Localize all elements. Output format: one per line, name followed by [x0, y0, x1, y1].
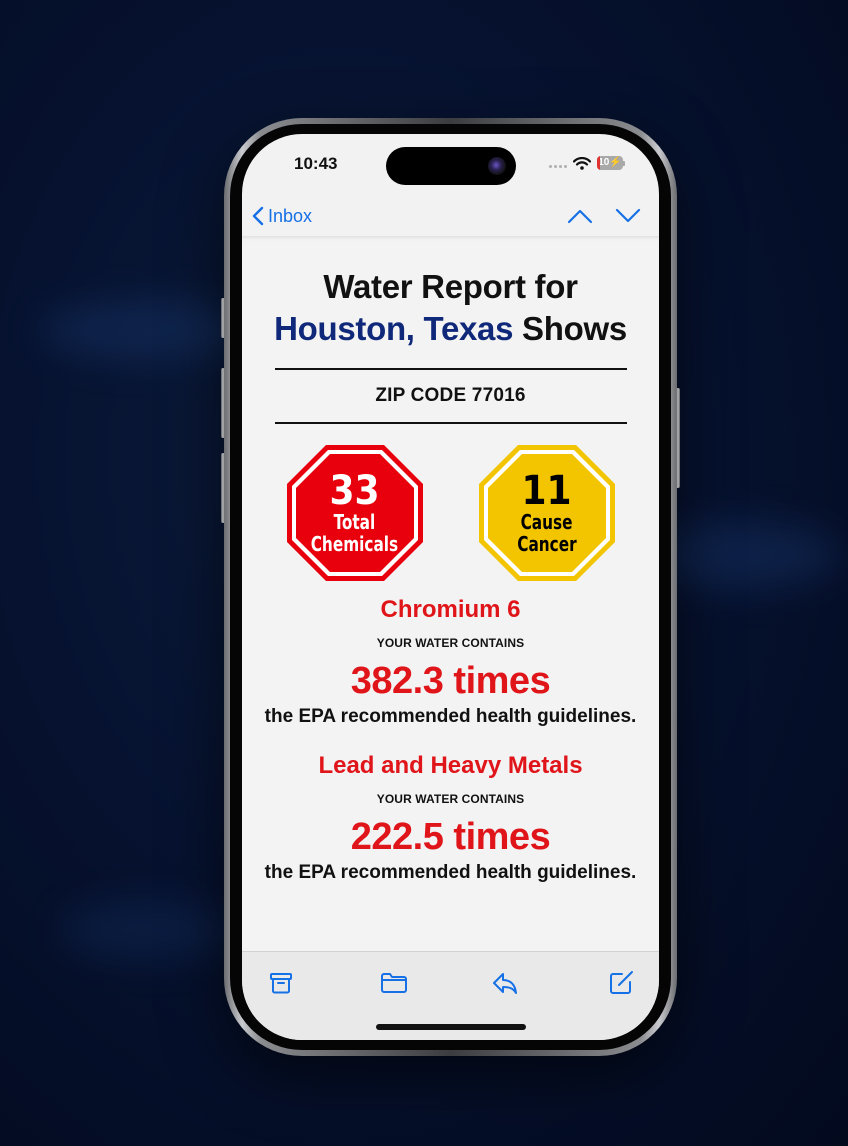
camera-icon [488, 157, 506, 175]
sign-label-1: Total [333, 510, 376, 534]
sign-label-2: Chemicals [310, 532, 399, 556]
compose-icon[interactable] [608, 970, 634, 996]
contaminant-name: Lead and Heavy Metals [318, 752, 583, 779]
status-time: 10:43 [294, 154, 338, 173]
stop-signs: 33 Total Chemicals 11 Cause Cancer [286, 444, 616, 582]
sign-label-2: Cancer [516, 532, 577, 556]
reply-icon[interactable] [492, 970, 518, 996]
title-line-2: Houston, Texas Shows [242, 308, 659, 350]
chevron-down-icon[interactable] [615, 208, 641, 224]
divider [274, 422, 627, 424]
chevron-up-icon[interactable] [567, 208, 593, 224]
phone-frame: 10:43 10⚡ Inbox Water Report for Houston… [221, 118, 680, 1056]
multiplier: 382.3 times [350, 660, 551, 702]
wifi-icon [573, 156, 591, 170]
contains-label: YOUR WATER CONTAINS [376, 636, 525, 650]
chevron-left-icon [252, 206, 264, 226]
city-name: Houston, Texas [274, 310, 514, 347]
guideline-text: the EPA recommended health guidelines. [264, 706, 637, 727]
mail-toolbar [242, 951, 659, 1040]
home-indicator[interactable] [376, 1024, 526, 1030]
sign-label-1: Cause [520, 510, 573, 534]
status-icons: 10⚡ [549, 156, 625, 170]
cause-cancer-sign: 11 Cause Cancer [478, 444, 616, 582]
screen: 10:43 10⚡ Inbox Water Report for Houston… [242, 134, 659, 1040]
cellular-dots-icon [549, 159, 567, 168]
report-title: Water Report for Houston, Texas Shows [242, 266, 659, 350]
mail-nav-bar: Inbox [242, 196, 659, 236]
finding-chromium: Chromium 6 YOUR WATER CONTAINS 382.3 tim… [242, 596, 659, 728]
battery-charging-icon: 10⚡ [597, 156, 625, 170]
finding-lead: Lead and Heavy Metals YOUR WATER CONTAIN… [242, 752, 659, 884]
back-label: Inbox [268, 205, 313, 226]
archive-icon[interactable] [268, 970, 294, 996]
power-button [676, 388, 680, 488]
back-to-inbox-button[interactable]: Inbox [252, 206, 312, 227]
folder-icon[interactable] [380, 970, 408, 996]
title-suffix: Shows [522, 310, 627, 347]
guideline-text: the EPA recommended health guidelines. [264, 862, 637, 883]
sign-number: 33 [329, 468, 380, 514]
message-navigation [567, 208, 641, 224]
contains-label: YOUR WATER CONTAINS [376, 792, 525, 806]
zip-code: ZIP CODE 77016 [375, 385, 526, 406]
contaminant-name: Chromium 6 [380, 596, 521, 623]
background-streak [60, 900, 240, 960]
title-line-1: Water Report for [323, 268, 578, 305]
volume-up-button [221, 368, 225, 438]
volume-down-button [221, 453, 225, 523]
sign-number: 11 [521, 468, 572, 514]
divider [274, 368, 627, 370]
multiplier: 222.5 times [350, 816, 551, 858]
total-chemicals-sign: 33 Total Chemicals [286, 444, 424, 582]
email-body: Water Report for Houston, Texas Shows ZI… [242, 236, 659, 952]
action-button [221, 298, 225, 338]
dynamic-island [386, 147, 516, 185]
